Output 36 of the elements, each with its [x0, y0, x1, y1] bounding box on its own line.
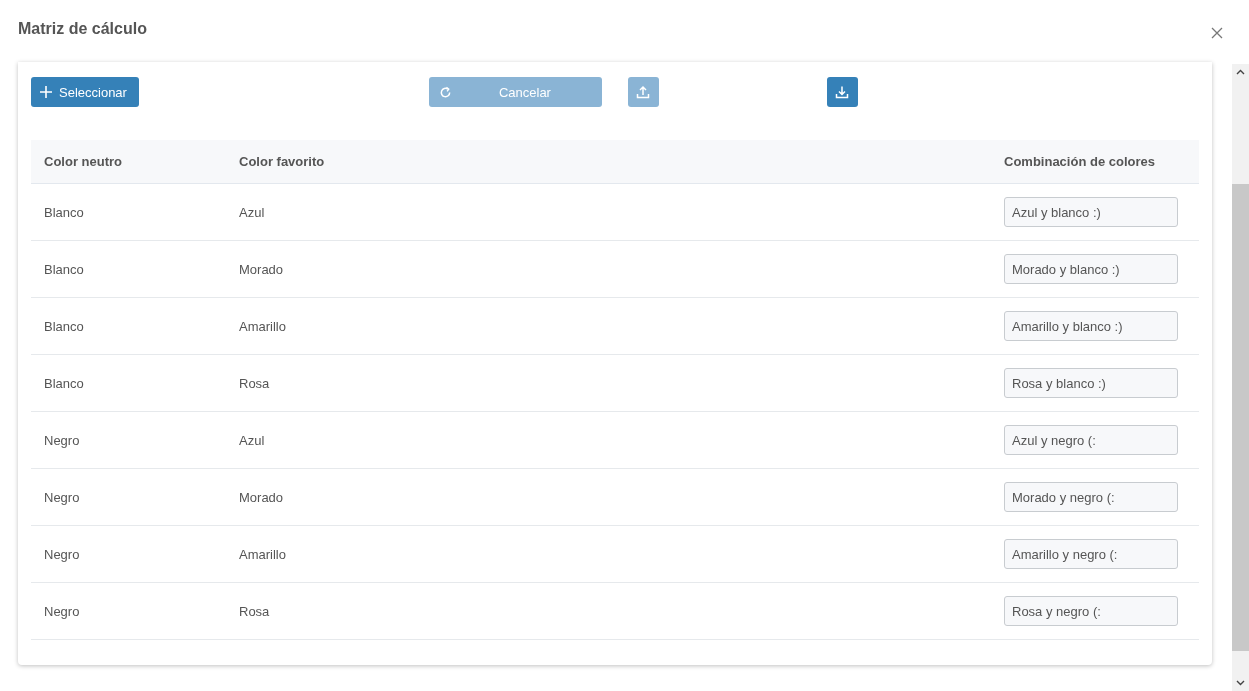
table-cell: Blanco	[31, 297, 226, 355]
table-cell: Blanco	[31, 183, 226, 241]
table-cell: Negro	[31, 468, 226, 526]
column-header: Combinación de colores	[1004, 140, 1199, 184]
table-cell: Negro	[31, 582, 226, 640]
column-header: Color favorito	[226, 140, 1004, 184]
close-icon[interactable]	[1211, 27, 1223, 39]
table-cell: Morado	[226, 468, 1004, 526]
dialog-title: Matriz de cálculo	[18, 20, 147, 38]
combination-field[interactable]: Azul y blanco :)	[1004, 197, 1178, 227]
table-cell: Rosa	[226, 354, 1004, 412]
table-cell: Amarillo	[226, 297, 1004, 355]
scrollbar[interactable]	[1232, 64, 1249, 691]
download-icon	[835, 85, 850, 99]
table-cell: Negro	[31, 525, 226, 583]
table-cell: Negro	[31, 411, 226, 469]
combination-field[interactable]: Morado y blanco :)	[1004, 254, 1178, 284]
table-cell: Amarillo	[226, 525, 1004, 583]
table-cell: Rosa	[226, 582, 1004, 640]
upload-icon	[636, 85, 651, 99]
table-cell: Azul	[226, 411, 1004, 469]
combination-field[interactable]: Rosa y negro (:	[1004, 596, 1178, 626]
column-header: Color neutro	[31, 140, 226, 184]
combination-field[interactable]: Amarillo y blanco :)	[1004, 311, 1178, 341]
combination-field[interactable]: Morado y negro (:	[1004, 482, 1178, 512]
combination-field[interactable]: Rosa y blanco :)	[1004, 368, 1178, 398]
table-cell: Blanco	[31, 240, 226, 298]
table-cell: Azul	[226, 183, 1004, 241]
combination-field[interactable]: Amarillo y negro (:	[1004, 539, 1178, 569]
table-cell: Morado	[226, 240, 1004, 298]
table-cell: Blanco	[31, 354, 226, 412]
plus-icon	[39, 85, 53, 99]
refresh-icon	[438, 85, 452, 99]
select-button[interactable]: Seleccionar	[31, 77, 139, 107]
combination-field[interactable]: Azul y negro (:	[1004, 425, 1178, 455]
download-button[interactable]	[826, 77, 858, 107]
